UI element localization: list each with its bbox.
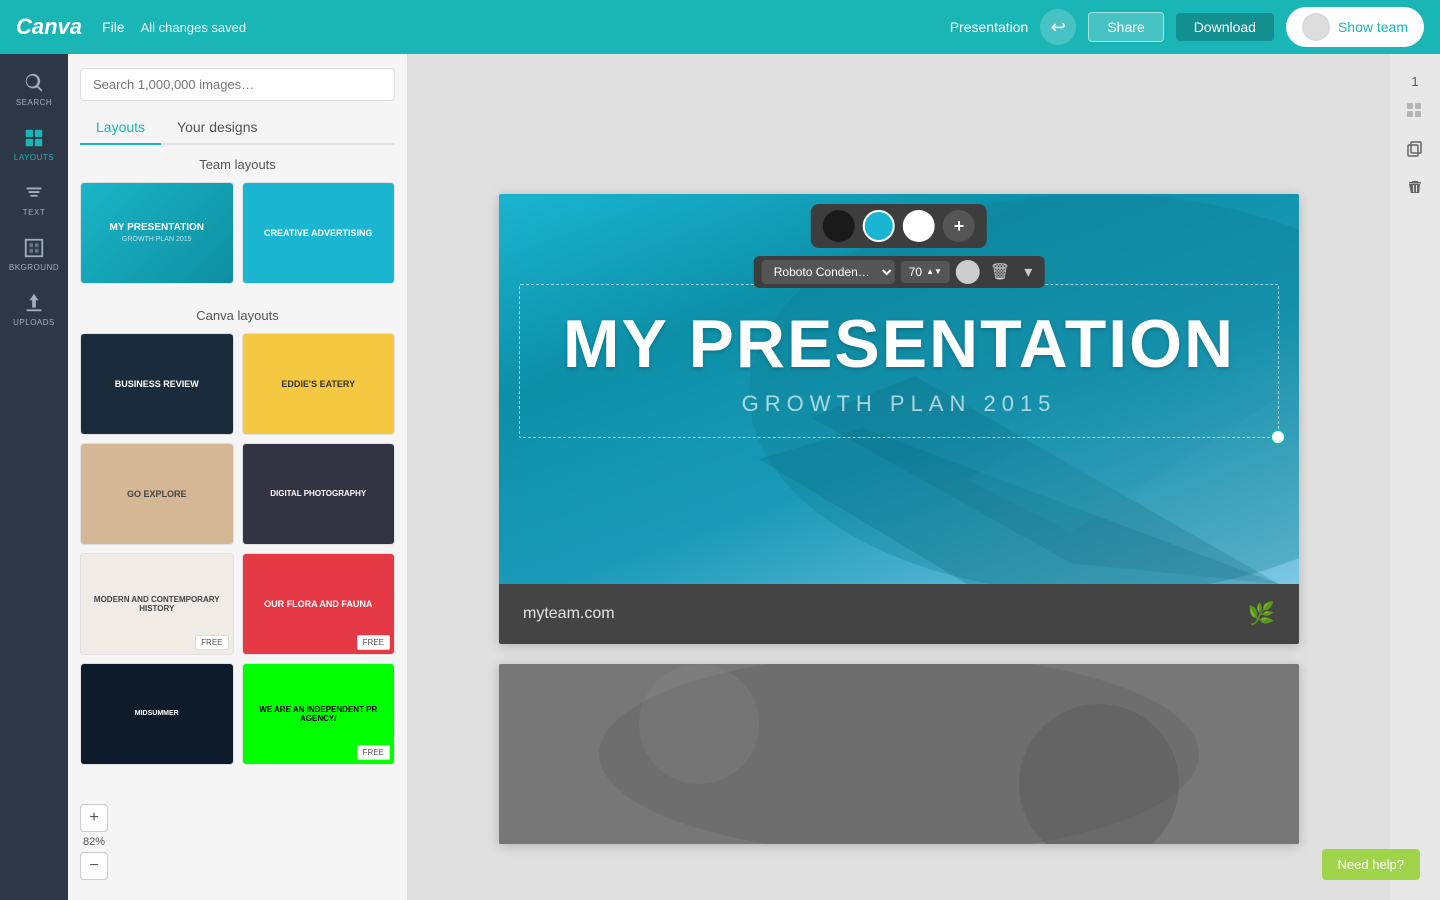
slide-subtitle[interactable]: GROWTH PLAN 2015: [540, 391, 1258, 417]
canva-layouts-title: Canva layouts: [68, 308, 407, 323]
card-title: DIGITAL PHOTOGRAPHY: [270, 489, 366, 498]
card-title: GO EXPLORE: [127, 489, 187, 499]
sidebar-uploads-label: UPLOADS: [13, 318, 55, 327]
sidebar-item-layouts[interactable]: LAYOUTS: [4, 119, 64, 170]
team-layouts-grid: MY PRESENTATION GROWTH PLAN 2015 CREATIV…: [68, 182, 407, 300]
search-icon: [23, 72, 45, 94]
team-layouts-title: Team layouts: [68, 157, 407, 172]
tab-your-designs[interactable]: Your designs: [161, 111, 273, 145]
search-box: [68, 54, 407, 111]
layouts-icon: [23, 127, 45, 149]
avatar: [1302, 13, 1330, 41]
zoom-level: 82%: [80, 836, 108, 848]
undo-button[interactable]: ↩: [1040, 9, 1076, 45]
text-selection-box[interactable]: MY PRESENTATION GROWTH PLAN 2015: [519, 284, 1279, 438]
card-title: OUR FLORA AND FAUNA: [260, 595, 376, 613]
card-title: MIDSUMMER: [131, 706, 183, 721]
duplicate-slide-button[interactable]: [1399, 133, 1431, 165]
canva-logo[interactable]: Canva: [16, 14, 82, 40]
panel-tabs: Layouts Your designs: [80, 111, 395, 145]
sidebar-item-text[interactable]: TEXT: [4, 174, 64, 225]
footer-logo: 🌿: [1248, 601, 1275, 627]
duplicate-icon: [1406, 140, 1424, 158]
panel-sidebar: Layouts Your designs Team layouts MY PRE…: [68, 54, 408, 900]
delete-slide-button[interactable]: [1399, 171, 1431, 203]
add-color-button[interactable]: +: [943, 210, 975, 242]
sidebar-text-label: TEXT: [23, 208, 45, 217]
main-layout: SEARCH LAYOUTS TEXT BKGROUND: [0, 0, 1440, 900]
layout-card-business-review[interactable]: BUSINESS REVIEW: [80, 333, 234, 435]
card-title: WE ARE AN INDEPENDENT PR AGENCY/: [243, 701, 395, 727]
canva-layouts-grid: BUSINESS REVIEW EDDIE'S EATERY GO EXPLOR…: [68, 333, 407, 781]
layout-card-eddies-eatery[interactable]: EDDIE'S EATERY: [242, 333, 396, 435]
layout-card-creative-advertising[interactable]: CREATIVE ADVERTISING: [242, 182, 396, 284]
saved-status: All changes saved: [141, 20, 247, 35]
uploads-icon: [23, 292, 45, 314]
zoom-controls: + 82% −: [80, 804, 108, 880]
sidebar-item-background[interactable]: BKGROUND: [4, 229, 64, 280]
sidebar-layouts-label: LAYOUTS: [14, 153, 54, 162]
layout-card-my-presentation[interactable]: MY PRESENTATION GROWTH PLAN 2015: [80, 182, 234, 284]
file-menu[interactable]: File: [102, 19, 125, 35]
tab-layouts[interactable]: Layouts: [80, 111, 161, 145]
card-title: BUSINESS REVIEW: [115, 379, 199, 389]
font-size-value: 70: [909, 265, 922, 279]
footer-url: myteam.com: [523, 605, 615, 623]
font-size-control: 70 ▲▼: [901, 261, 950, 283]
search-input[interactable]: [80, 68, 395, 101]
font-selector[interactable]: Roboto Conden…: [762, 260, 895, 284]
slide-2: [499, 664, 1299, 844]
zoom-in-button[interactable]: +: [80, 804, 108, 832]
font-toolbar: Roboto Conden… 70 ▲▼ 🗑 ▾: [754, 256, 1045, 288]
slide-grid-view[interactable]: [1399, 95, 1431, 127]
font-size-arrows[interactable]: ▲▼: [926, 268, 942, 276]
color-swatch-teal[interactable]: [863, 210, 895, 242]
zoom-out-button[interactable]: −: [80, 852, 108, 880]
layout-card-pr-agency[interactable]: WE ARE AN INDEPENDENT PR AGENCY/ FREE: [242, 663, 396, 765]
font-color-swatch[interactable]: [956, 260, 980, 284]
card-title: MODERN AND CONTEMPORARY HISTORY: [81, 591, 233, 617]
color-palette: +: [811, 204, 987, 248]
sidebar-bkground-label: BKGROUND: [9, 263, 59, 272]
color-swatch-black[interactable]: [823, 210, 855, 242]
show-team-button[interactable]: Show team: [1286, 7, 1424, 47]
slide-number: 1: [1411, 74, 1418, 89]
slide-canvas: + Roboto Conden… 70 ▲▼ 🗑 ▾: [499, 194, 1299, 844]
sidebar-search-label: SEARCH: [16, 98, 52, 107]
free-badge: FREE: [357, 745, 390, 760]
canvas-area: + Roboto Conden… 70 ▲▼ 🗑 ▾: [408, 54, 1390, 900]
free-badge: FREE: [195, 635, 228, 650]
right-toolbar: 1: [1390, 54, 1440, 900]
layout-card-midsummer[interactable]: MIDSUMMER: [80, 663, 234, 765]
slide-2-illustration: [499, 664, 1299, 844]
sidebar-item-uploads[interactable]: UPLOADS: [4, 284, 64, 335]
slide-footer: myteam.com 🌿: [499, 584, 1299, 644]
grid-icon: [1406, 102, 1424, 120]
delete-text-button[interactable]: 🗑: [986, 260, 1014, 284]
trash-icon: [1406, 178, 1424, 196]
text-options-dropdown[interactable]: ▾: [1020, 260, 1036, 284]
layout-card-flora-fauna[interactable]: OUR FLORA AND FAUNA FREE: [242, 553, 396, 655]
top-navigation: Canva File All changes saved Presentatio…: [0, 0, 1440, 54]
icon-sidebar: SEARCH LAYOUTS TEXT BKGROUND: [0, 54, 68, 900]
card-title: EDDIE'S EATERY: [281, 379, 355, 389]
resize-handle[interactable]: [1270, 429, 1286, 445]
share-button[interactable]: Share: [1088, 12, 1163, 42]
color-swatch-white[interactable]: [903, 210, 935, 242]
slide-2-background: [499, 664, 1299, 844]
background-icon: [23, 237, 45, 259]
card-title: CREATIVE ADVERTISING: [264, 228, 373, 239]
need-help-button[interactable]: Need help?: [1322, 849, 1421, 880]
layout-card-digital-photography[interactable]: DIGITAL PHOTOGRAPHY: [242, 443, 396, 545]
card-subtitle: GROWTH PLAN 2015: [122, 236, 192, 243]
layout-card-go-explore[interactable]: GO EXPLORE: [80, 443, 234, 545]
text-icon: [23, 182, 45, 204]
sidebar-item-search[interactable]: SEARCH: [4, 64, 64, 115]
free-badge: FREE: [357, 635, 390, 650]
download-button[interactable]: Download: [1176, 13, 1274, 41]
presentation-label: Presentation: [950, 19, 1029, 35]
layout-card-modern-history[interactable]: MODERN AND CONTEMPORARY HISTORY FREE: [80, 553, 234, 655]
card-title: MY PRESENTATION: [110, 222, 204, 234]
slide-main-title[interactable]: MY PRESENTATION: [540, 305, 1258, 383]
